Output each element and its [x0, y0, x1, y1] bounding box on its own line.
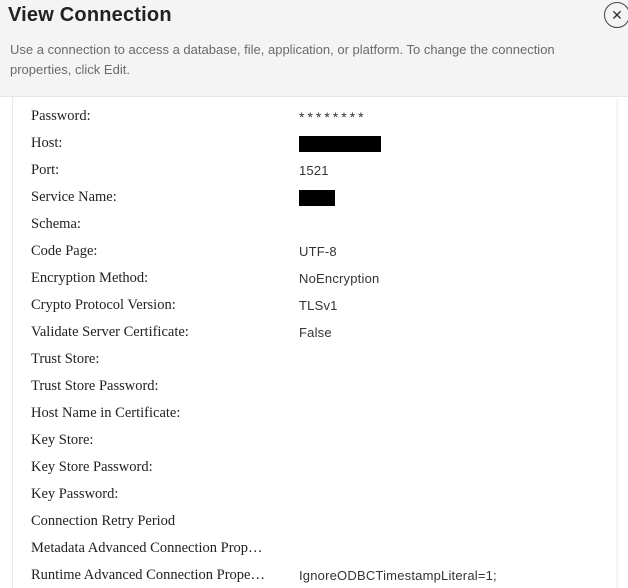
- close-button[interactable]: ✕: [604, 2, 628, 28]
- property-label: Schema:: [17, 216, 285, 233]
- property-label: Password:: [17, 108, 285, 125]
- property-label: Key Store Password:: [17, 459, 285, 476]
- property-label: Runtime Advanced Connection Prope…: [17, 567, 285, 584]
- property-label: Encryption Method:: [17, 270, 285, 287]
- properties-panel: Password:********Host:Port:1521Service N…: [12, 97, 616, 588]
- property-row: Metadata Advanced Connection Prop…: [17, 535, 608, 562]
- property-value: ********: [285, 109, 608, 125]
- dialog-header: View Connection ✕ Use a connection to ac…: [0, 0, 628, 97]
- property-label: Connection Retry Period: [17, 513, 285, 530]
- property-row: Crypto Protocol Version:TLSv1: [17, 292, 608, 319]
- property-row: Host Name in Certificate:: [17, 400, 608, 427]
- property-label: Trust Store:: [17, 351, 285, 368]
- property-label: Trust Store Password:: [17, 378, 285, 395]
- property-row: Key Store:: [17, 427, 608, 454]
- dialog-description: Use a connection to access a database, f…: [0, 34, 628, 96]
- property-value: IgnoreODBCTimestampLiteral=1;: [285, 568, 608, 583]
- property-value: 1521: [285, 163, 608, 178]
- property-label: Key Password:: [17, 486, 285, 503]
- property-value: UTF-8: [285, 244, 608, 259]
- property-label: Host:: [17, 135, 285, 152]
- property-label: Port:: [17, 162, 285, 179]
- property-row: Trust Store Password:: [17, 373, 608, 400]
- property-value: TLSv1: [285, 298, 608, 313]
- property-row: Runtime Advanced Connection Prope…Ignore…: [17, 562, 608, 588]
- property-row: Validate Server Certificate:False: [17, 319, 608, 346]
- redacted-value: [299, 136, 381, 152]
- property-label: Validate Server Certificate:: [17, 324, 285, 341]
- property-label: Service Name:: [17, 189, 285, 206]
- property-value: NoEncryption: [285, 271, 608, 286]
- property-row: Code Page:UTF-8: [17, 238, 608, 265]
- property-value: [285, 136, 608, 153]
- property-label: Metadata Advanced Connection Prop…: [17, 540, 285, 557]
- property-row: Trust Store:: [17, 346, 608, 373]
- property-value: False: [285, 325, 608, 340]
- property-row: Password:********: [17, 103, 608, 130]
- property-label: Key Store:: [17, 432, 285, 449]
- close-icon: ✕: [611, 7, 623, 24]
- redacted-value: [299, 190, 335, 206]
- properties-panel-wrap: Password:********Host:Port:1521Service N…: [0, 97, 628, 588]
- property-row: Schema:: [17, 211, 608, 238]
- property-row: Port:1521: [17, 157, 608, 184]
- property-label: Code Page:: [17, 243, 285, 260]
- property-label: Crypto Protocol Version:: [17, 297, 285, 314]
- property-row: Key Password:: [17, 481, 608, 508]
- title-row: View Connection ✕: [0, 0, 628, 34]
- property-row: Connection Retry Period: [17, 508, 608, 535]
- property-label: Host Name in Certificate:: [17, 405, 285, 422]
- property-value: [285, 190, 608, 207]
- dialog-title: View Connection: [8, 4, 172, 27]
- property-row: Service Name:: [17, 184, 608, 211]
- property-row: Host:: [17, 130, 608, 157]
- property-row: Key Store Password:: [17, 454, 608, 481]
- property-row: Encryption Method:NoEncryption: [17, 265, 608, 292]
